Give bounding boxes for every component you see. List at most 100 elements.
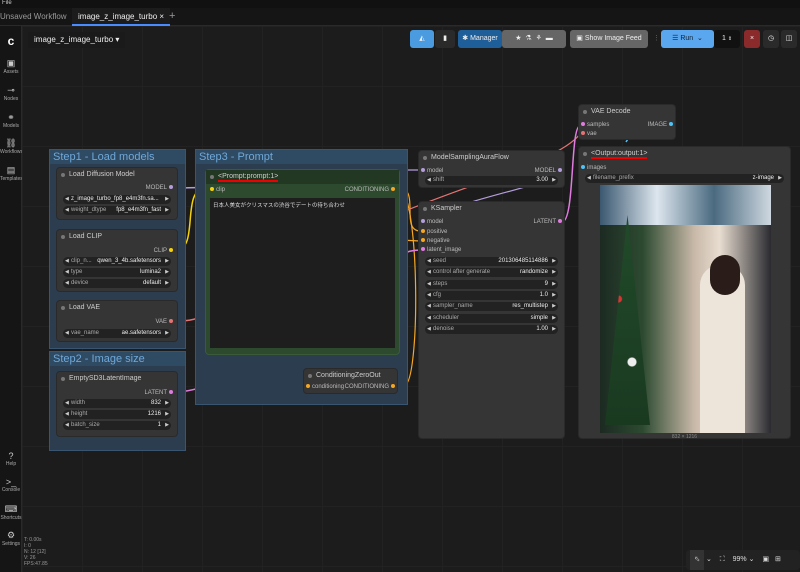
widget-value: 1216 [147, 411, 161, 417]
panel-toggle-button[interactable]: ◫ [781, 30, 797, 48]
minimap-icon[interactable]: ▣ [762, 556, 769, 563]
input-images[interactable]: images [579, 164, 606, 172]
drag-handle[interactable]: ⋮ [653, 30, 660, 48]
star-icon[interactable]: ★ [515, 35, 521, 42]
port-dot [669, 122, 673, 127]
input-positive[interactable]: positive [419, 228, 447, 236]
widget-type[interactable]: type lumina2 [63, 268, 171, 277]
widget-cfg[interactable]: cfg 1.0 [425, 291, 558, 300]
input-conditioning[interactable]: conditioning [304, 383, 344, 391]
node-model-sampling-aura-flow[interactable]: ModelSamplingAuraFlow model MODEL shift 3… [418, 150, 565, 188]
widget-filename-prefix[interactable]: filename_prefix z-image [585, 174, 784, 183]
widget-clip-name[interactable]: clip_n... qwen_3_4b.safetensors [63, 257, 171, 266]
port-dot [421, 168, 425, 173]
widget-unet-name[interactable]: z_image_turbo_fp8_e4m3fn.sa... [63, 195, 171, 204]
port-label: model [427, 168, 444, 174]
minus-icon[interactable]: ▬ [546, 35, 553, 42]
input-samples[interactable]: samples [579, 121, 609, 129]
input-clip[interactable]: clip [208, 186, 225, 194]
input-negative[interactable]: negative [419, 237, 450, 245]
output-latent[interactable]: LATENT [144, 389, 175, 397]
widget-seed[interactable]: seed 201306485114886 [425, 257, 558, 266]
port-label: CLIP [153, 248, 167, 254]
node-load-clip[interactable]: Load CLIP CLIP clip_n... qwen_3_4b.safete… [56, 229, 178, 292]
node-vae-decode[interactable]: VAE Decode samples vae IMAGE [578, 104, 676, 140]
manager-label: Manager [470, 35, 498, 42]
output-latent[interactable]: LATENT [533, 218, 564, 226]
node-title: VAE Decode [579, 105, 675, 119]
widget-value: 3.00 [536, 177, 548, 183]
node-ksampler[interactable]: KSampler model positive negative latent_… [418, 201, 565, 439]
zoom-level[interactable]: 99% [733, 556, 747, 563]
widget-weight-dtype[interactable]: weight_dtype fp8_e4m3fn_fast [63, 206, 171, 215]
chevron-down-icon[interactable]: ⌄ [749, 556, 755, 563]
input-latent-image[interactable]: latent_image [419, 246, 461, 254]
widget-value: lumina2 [139, 269, 161, 275]
chevron-down-icon[interactable]: ⌄ [697, 35, 703, 42]
node-output[interactable]: <Output:output:1> images filename_prefix… [578, 146, 791, 440]
widget-device[interactable]: device default [63, 279, 171, 288]
output-image[interactable]: IMAGE [648, 121, 675, 129]
output-vae[interactable]: VAE [155, 318, 175, 326]
queue-toggle-button[interactable]: ◭ [410, 30, 434, 48]
run-button[interactable]: ☰ Run ⌄ [661, 30, 714, 48]
bookmark-button[interactable]: ▮ [435, 30, 455, 48]
port-label: model [427, 219, 444, 225]
output-conditioning[interactable]: CONDITIONING [345, 383, 397, 391]
input-model[interactable]: model [419, 167, 443, 175]
widget-batch-size[interactable]: batch_size 1 [63, 421, 171, 430]
port-label: LATENT [533, 219, 556, 225]
widget-height[interactable]: height 1216 [63, 410, 171, 419]
node-load-vae[interactable]: Load VAE VAE vae_name ae.safetensors [56, 300, 178, 342]
widget-label: seed [433, 258, 447, 264]
widget-value: 832 [150, 400, 161, 406]
chevron-down-icon[interactable]: ⌄ [706, 556, 712, 563]
output-model[interactable]: MODEL [146, 184, 175, 192]
widget-steps[interactable]: steps 9 [425, 280, 558, 289]
widget-vae-name[interactable]: vae_name ae.safetensors [63, 329, 171, 338]
port-dot [169, 248, 173, 253]
output-clip[interactable]: CLIP [154, 247, 175, 255]
node-conditioning-zero-out[interactable]: ConditioningZeroOut conditioning CONDITI… [303, 368, 398, 394]
group-title: Step1 - Load models [50, 150, 185, 164]
port-dot [210, 187, 214, 192]
widget-value: z-image [752, 175, 774, 181]
widget-value: res_multistep [512, 303, 548, 309]
widget-denoise[interactable]: denoise 1.00 [425, 325, 558, 334]
node-load-diffusion-model[interactable]: Load Diffusion Model MODEL z_image_turbo… [56, 167, 178, 220]
prompt-textarea[interactable]: 日本人美女がクリスマスの渋谷でデートの待ち合わせ [210, 198, 395, 348]
node-empty-sd3-latent-image[interactable]: EmptySD3LatentImage LATENT width 832 heig… [56, 371, 178, 437]
output-model[interactable]: MODEL [535, 167, 564, 175]
queue-count-input[interactable]: 1 ⇕ [714, 30, 740, 48]
node-title-text: <Prompt:prompt:1> [218, 173, 279, 182]
widget-shift[interactable]: shift 3.00 [425, 176, 558, 185]
widget-scheduler[interactable]: scheduler simple [425, 314, 558, 323]
widget-value: 1.00 [536, 326, 548, 332]
output-conditioning[interactable]: CONDITIONING [345, 186, 397, 194]
stepper-icon[interactable]: ⇕ [728, 36, 732, 42]
logo-icon: ◭ [419, 35, 425, 42]
background-buildings [600, 185, 771, 225]
input-vae[interactable]: vae [579, 130, 597, 138]
widget-control-after-generate[interactable]: control after generate randomize [425, 268, 558, 277]
workflow-name-dropdown[interactable]: image_z_image_turbo ▾ [28, 32, 126, 48]
node-prompt[interactable]: <Prompt:prompt:1> clip CONDITIONING 日本人美… [205, 169, 400, 355]
widget-label: vae_name [71, 330, 100, 336]
flask-icon[interactable]: ⚗ [525, 35, 531, 42]
fit-view-icon[interactable]: ⛶ [720, 556, 725, 563]
manager-button[interactable]: ✱ Manager [458, 30, 502, 48]
history-button[interactable]: ◷ [763, 30, 779, 48]
link-visibility-icon[interactable]: ⊞ [775, 556, 781, 563]
select-tool-icon[interactable]: ⬁ [690, 550, 704, 570]
run-icon: ☰ [672, 35, 679, 42]
people-icon[interactable]: ⚘ [536, 35, 542, 42]
widget-sampler-name[interactable]: sampler_name res_multistep [425, 302, 558, 311]
input-model[interactable]: model [419, 218, 443, 226]
node-title: Load VAE [57, 301, 177, 315]
widget-width[interactable]: width 832 [63, 399, 171, 408]
output-image-preview[interactable] [600, 185, 771, 433]
port-label: images [587, 165, 607, 171]
port-label: CONDITIONING [344, 384, 389, 390]
show-image-feed-button[interactable]: ▣ Show Image Feed [570, 30, 648, 48]
cancel-button[interactable]: × [744, 30, 760, 48]
